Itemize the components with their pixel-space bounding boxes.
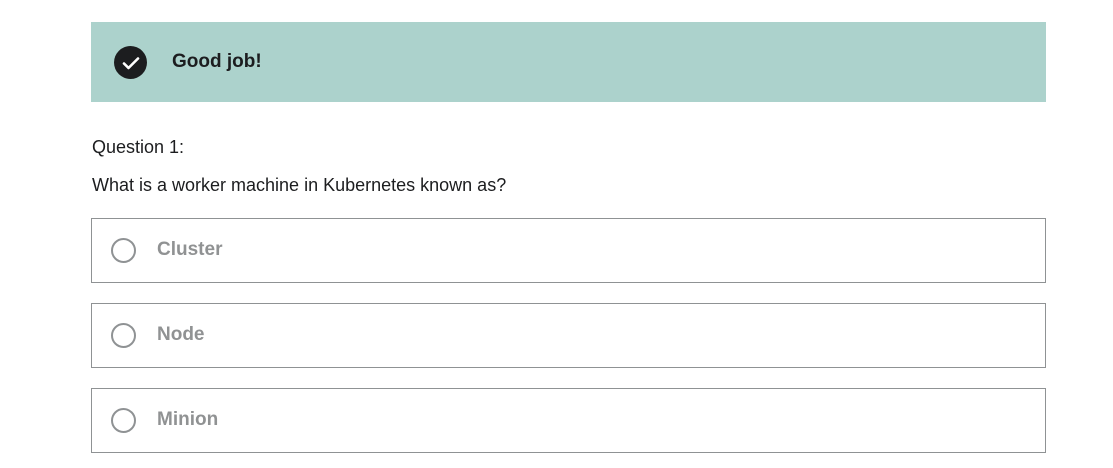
feedback-message: Good job! <box>172 51 262 72</box>
answer-option-label: Node <box>157 324 205 345</box>
quiz-page: Good job! Question 1: What is a worker m… <box>0 0 1113 468</box>
radio-button[interactable] <box>111 323 136 348</box>
feedback-banner: Good job! <box>91 22 1046 102</box>
answer-option-label: Minion <box>157 409 219 430</box>
answer-option-node[interactable]: Node <box>91 303 1046 368</box>
question-number: Question 1: <box>92 137 185 157</box>
answer-option-label: Cluster <box>157 239 223 260</box>
radio-button[interactable] <box>111 238 136 263</box>
check-circle-icon <box>114 46 147 79</box>
question-text: What is a worker machine in Kubernetes k… <box>92 175 507 195</box>
answer-option-minion[interactable]: Minion <box>91 388 1046 453</box>
radio-button[interactable] <box>111 408 136 433</box>
answer-option-cluster[interactable]: Cluster <box>91 218 1046 283</box>
